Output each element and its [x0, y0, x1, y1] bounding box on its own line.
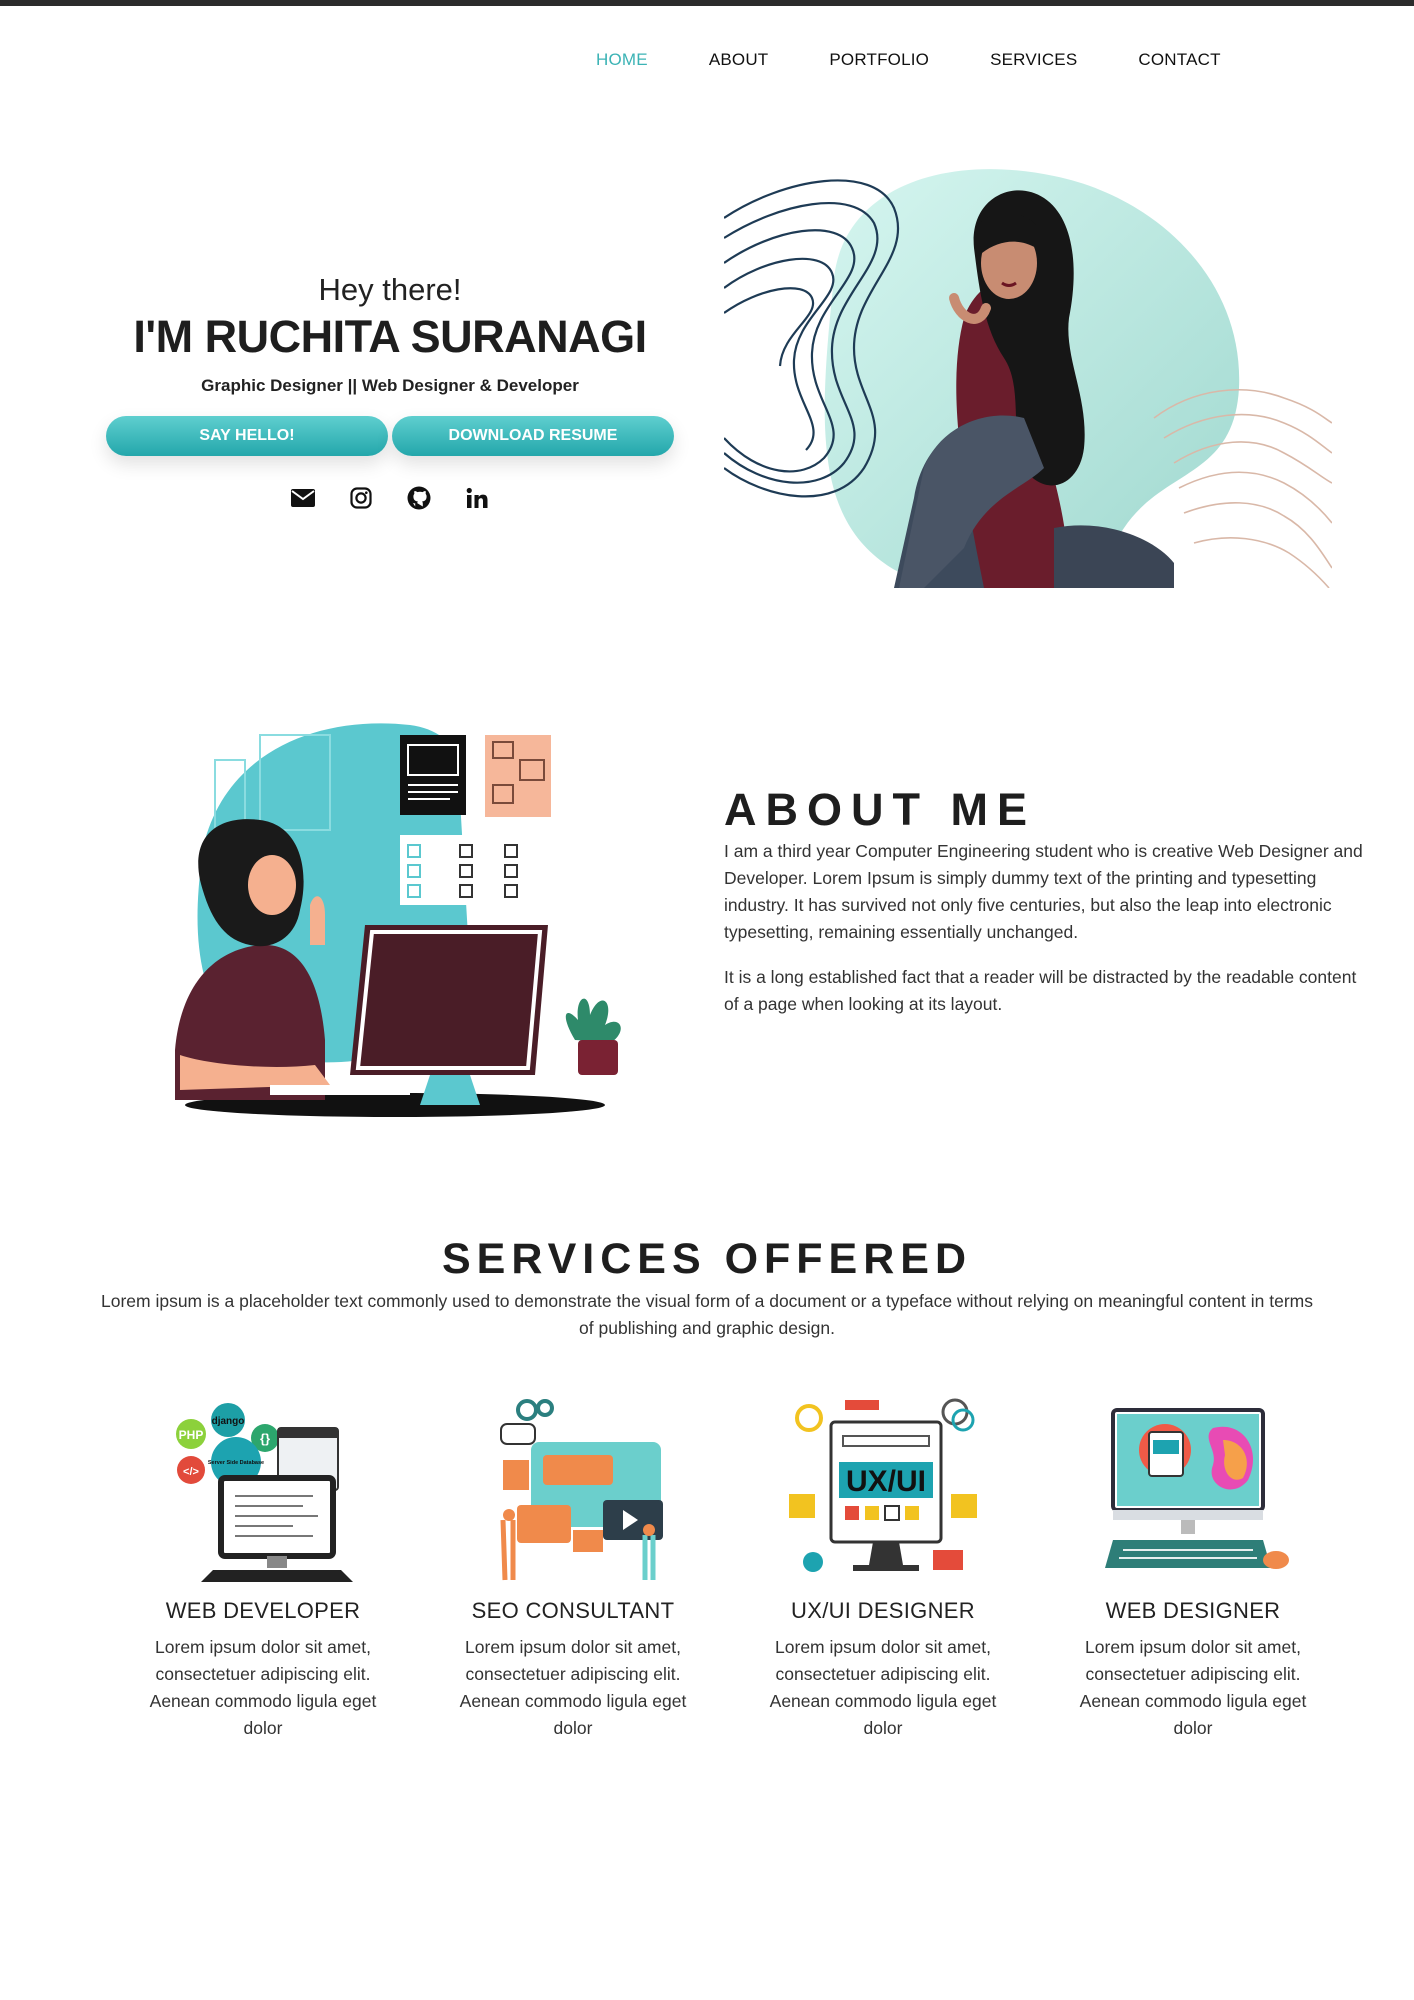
web-developer-icon: PHP django {} </> Server Side Database	[176, 1403, 353, 1582]
seo-consultant-icon	[500, 1399, 663, 1581]
service-card-uxui-designer: UX/UI UX/UI DESIGNER Lorem ipsum dolor s…	[728, 1390, 1038, 1742]
django-label: django	[212, 1416, 245, 1427]
service-title: WEB DEVELOPER	[165, 1598, 361, 1623]
services-description: Lorem ipsum is a placeholder text common…	[100, 1291, 1313, 1338]
about-paragraph: I am a third year Computer Engineering s…	[724, 841, 1363, 942]
service-card-web-designer: WEB DESIGNER Lorem ipsum dolor sit amet,…	[1038, 1390, 1348, 1742]
services-grid: PHP django {} </> Server Side Database W…	[108, 1390, 1348, 1742]
hero-greeting: Hey there!	[318, 272, 462, 307]
services-title: SERVICES OFFERED	[441, 1235, 973, 1283]
about-illustration	[175, 723, 621, 1117]
social-links	[100, 486, 680, 510]
svg-text:{}: {}	[260, 1431, 270, 1446]
instagram-icon[interactable]	[349, 486, 373, 510]
server-side-label: Server Side Database	[208, 1460, 264, 1466]
service-title: UX/UI DESIGNER	[791, 1598, 975, 1623]
about-title: ABOUT ME	[724, 784, 1036, 835]
window-top-bar	[0, 0, 1414, 6]
nav-portfolio[interactable]: PORTFOLIO	[829, 50, 929, 70]
nav-contact[interactable]: CONTACT	[1138, 50, 1220, 70]
envelope-icon[interactable]	[291, 486, 315, 510]
say-hello-button[interactable]: SAY HELLO!	[106, 416, 388, 456]
uxui-icon-label: UX/UI	[846, 1465, 926, 1498]
web-designer-icon	[1105, 1408, 1289, 1569]
main-nav: HOME ABOUT PORTFOLIO SERVICES CONTACT	[596, 50, 1221, 70]
nav-services[interactable]: SERVICES	[990, 50, 1077, 70]
service-description: Lorem ipsum dolor sit amet, consectetuer…	[149, 1637, 377, 1738]
service-card-seo-consultant: SEO CONSULTANT Lorem ipsum dolor sit ame…	[418, 1390, 728, 1742]
hero-portrait-image	[724, 169, 1332, 588]
service-title: WEB DESIGNER	[1105, 1598, 1281, 1623]
download-resume-button[interactable]: DOWNLOAD RESUME	[392, 416, 674, 456]
about-section: ABOUT ME I am a third year Computer Engi…	[724, 782, 1369, 1018]
hero-name: I'M RUCHITA SURANAGI	[133, 311, 647, 362]
php-label: PHP	[179, 1428, 204, 1442]
about-paragraph: It is a long established fact that a rea…	[724, 967, 1357, 1014]
linkedin-icon[interactable]	[465, 486, 489, 510]
github-icon[interactable]	[407, 486, 431, 510]
nav-about[interactable]: ABOUT	[709, 50, 769, 70]
svg-text:</>: </>	[183, 1466, 199, 1478]
hero-section: Hey there! I'M RUCHITA SURANAGI Graphic …	[100, 270, 680, 510]
service-title: SEO CONSULTANT	[471, 1598, 675, 1623]
service-card-web-developer: PHP django {} </> Server Side Database W…	[108, 1390, 418, 1742]
hero-button-row: SAY HELLO! DOWNLOAD RESUME	[100, 416, 680, 456]
service-description: Lorem ipsum dolor sit amet, consectetuer…	[459, 1637, 687, 1738]
nav-home[interactable]: HOME	[596, 50, 648, 70]
uxui-designer-icon: UX/UI	[789, 1398, 977, 1572]
service-description: Lorem ipsum dolor sit amet, consectetuer…	[1079, 1637, 1307, 1738]
hero-tagline: Graphic Designer || Web Designer & Devel…	[201, 376, 579, 395]
service-description: Lorem ipsum dolor sit amet, consectetuer…	[769, 1637, 997, 1738]
